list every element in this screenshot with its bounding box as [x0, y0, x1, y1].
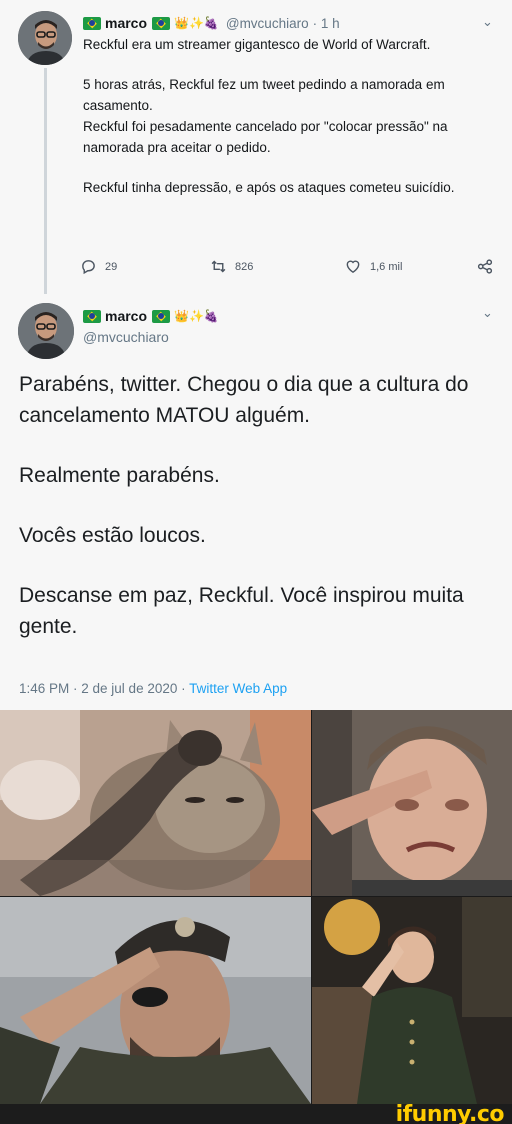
retweet-action[interactable]: 826 [210, 258, 253, 275]
chevron-down-icon[interactable]: ⌄ [482, 305, 493, 321]
tweet-line-3: Reckful foi pesadamente cancelado por "c… [83, 119, 448, 155]
avatar[interactable] [18, 11, 72, 65]
reply-icon [82, 260, 95, 275]
share-action[interactable] [476, 258, 494, 275]
tweet-actions: 29 826 1,6 mil [80, 258, 500, 282]
chevron-down-icon[interactable]: ⌄ [482, 14, 493, 30]
handle[interactable]: @mvcuchiaro [226, 13, 309, 34]
crying-man-salute-image [312, 710, 512, 896]
tweet-line-2: 5 horas atrás, Reckful fez um tweet pedi… [83, 77, 445, 113]
tweet-meta: 1:46 PM · 2 de jul de 2020 · Twitter Web… [19, 681, 287, 696]
author-row[interactable]: marco 👑✨🍇 @mvcuchiaro · 1 h [83, 12, 483, 34]
reply-body: marco 👑✨🍇 @mvcuchiaro · 1 h Reckful era … [83, 12, 483, 198]
tweet-screenshot: marco 👑✨🍇 @mvcuchiaro · 1 h Reckful era … [0, 0, 512, 710]
reply-count: 29 [105, 260, 118, 273]
tweet-paragraph-2: Realmente parabéns. [19, 464, 220, 487]
thread-line [44, 68, 47, 294]
like-action[interactable]: 1,6 mil [344, 258, 402, 275]
tweet-paragraph-3: Vocês estão loucos. [19, 524, 206, 547]
ifunny-watermark: ifunny.co [395, 1102, 505, 1124]
salute-meme-grid [0, 710, 512, 1104]
soldier-salute-image [0, 897, 311, 1104]
source-link[interactable]: Twitter Web App [189, 681, 287, 696]
emoji-group: 👑✨🍇 [174, 15, 219, 30]
brazil-flag-icon [152, 309, 171, 323]
heart-icon [346, 260, 360, 274]
retweet-count: 826 [235, 260, 254, 273]
footer-bar: ifunny.co [0, 1102, 512, 1124]
like-count: 1,6 mil [370, 260, 403, 273]
reply-tweet[interactable]: marco 👑✨🍇 @mvcuchiaro · 1 h Reckful era … [0, 0, 512, 295]
reply-action[interactable]: 29 [80, 258, 117, 275]
display-name[interactable]: marco [105, 308, 147, 324]
display-name[interactable]: marco [105, 13, 147, 34]
cat-salute-image [0, 710, 311, 896]
avatar[interactable] [18, 303, 74, 359]
emoji-group: 👑✨🍇 [174, 309, 219, 323]
brazil-flag-icon [83, 16, 101, 30]
retweet-icon [211, 260, 226, 273]
brazil-flag-icon [83, 309, 101, 323]
author-block[interactable]: marco 👑✨🍇 @mvcuchiaro [83, 305, 220, 345]
tweet-time[interactable]: · 1 h [313, 13, 340, 34]
timestamp[interactable]: 1:46 PM · 2 de jul de 2020 · [19, 681, 189, 696]
main-tweet[interactable]: marco 👑✨🍇 @mvcuchiaro ⌄ Parabéns, twitte… [0, 295, 512, 710]
tweet-paragraph-1: Parabéns, twitter. Chegou o dia que a cu… [19, 373, 469, 427]
tweet-line-4: Reckful tinha depressão, e após os ataqu… [83, 180, 455, 195]
brazil-flag-icon [152, 16, 171, 30]
boy-salute-image [312, 897, 512, 1104]
tweet-text: Parabéns, twitter. Chegou o dia que a cu… [19, 369, 499, 671]
tweet-line-1: Reckful era um streamer gigantesco de Wo… [83, 37, 431, 52]
tweet-paragraph-4: Descanse em paz, Reckful. Você inspirou … [19, 584, 464, 638]
share-icon [477, 259, 493, 274]
handle[interactable]: @mvcuchiaro [83, 329, 220, 345]
